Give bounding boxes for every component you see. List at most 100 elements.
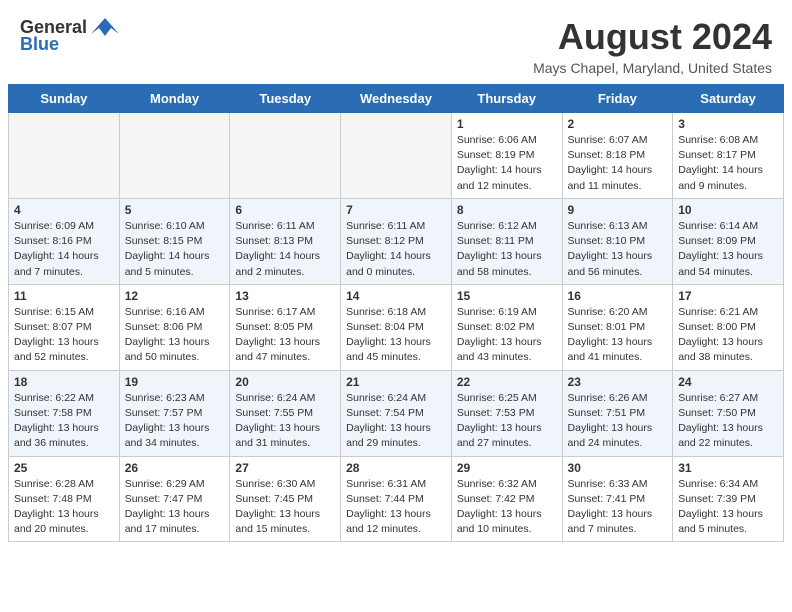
table-row: 14 Sunrise: 6:18 AM Sunset: 8:04 PM Dayli… [341, 284, 452, 370]
col-thursday: Thursday [451, 85, 562, 113]
day-number: 20 [235, 375, 335, 389]
day-info: Sunrise: 6:20 AM Sunset: 8:01 PM Dayligh… [568, 305, 668, 366]
table-row: 9 Sunrise: 6:13 AM Sunset: 8:10 PM Daylig… [562, 198, 673, 284]
day-info: Sunrise: 6:30 AM Sunset: 7:45 PM Dayligh… [235, 477, 335, 538]
day-number: 9 [568, 203, 668, 217]
header-row: Sunday Monday Tuesday Wednesday Thursday… [9, 85, 784, 113]
day-info: Sunrise: 6:34 AM Sunset: 7:39 PM Dayligh… [678, 477, 778, 538]
day-info: Sunrise: 6:08 AM Sunset: 8:17 PM Dayligh… [678, 133, 778, 194]
day-info: Sunrise: 6:25 AM Sunset: 7:53 PM Dayligh… [457, 391, 557, 452]
table-row: 20 Sunrise: 6:24 AM Sunset: 7:55 PM Dayli… [230, 370, 341, 456]
logo: General Blue [20, 16, 119, 55]
table-row: 1Sunrise: 6:06 AM Sunset: 8:19 PM Daylig… [451, 113, 562, 199]
day-number: 27 [235, 461, 335, 475]
day-number: 11 [14, 289, 114, 303]
day-number: 21 [346, 375, 446, 389]
day-info: Sunrise: 6:14 AM Sunset: 8:09 PM Dayligh… [678, 219, 778, 280]
table-row: 22 Sunrise: 6:25 AM Sunset: 7:53 PM Dayli… [451, 370, 562, 456]
table-row: 29 Sunrise: 6:32 AM Sunset: 7:42 PM Dayli… [451, 456, 562, 542]
day-info: Sunrise: 6:23 AM Sunset: 7:57 PM Dayligh… [125, 391, 225, 452]
day-info: Sunrise: 6:24 AM Sunset: 7:55 PM Dayligh… [235, 391, 335, 452]
day-info: Sunrise: 6:06 AM Sunset: 8:19 PM Dayligh… [457, 133, 557, 194]
day-info: Sunrise: 6:07 AM Sunset: 8:18 PM Dayligh… [568, 133, 668, 194]
table-row: 13 Sunrise: 6:17 AM Sunset: 8:05 PM Dayli… [230, 284, 341, 370]
day-info: Sunrise: 6:11 AM Sunset: 8:13 PM Dayligh… [235, 219, 335, 280]
month-year-title: August 2024 [533, 16, 772, 58]
day-info: Sunrise: 6:19 AM Sunset: 8:02 PM Dayligh… [457, 305, 557, 366]
table-row: 30 Sunrise: 6:33 AM Sunset: 7:41 PM Dayli… [562, 456, 673, 542]
logo-blue-text: Blue [20, 34, 59, 55]
day-info: Sunrise: 6:28 AM Sunset: 7:48 PM Dayligh… [14, 477, 114, 538]
day-number: 8 [457, 203, 557, 217]
table-row: 25 Sunrise: 6:28 AM Sunset: 7:48 PM Dayli… [9, 456, 120, 542]
col-wednesday: Wednesday [341, 85, 452, 113]
page-header: General Blue August 2024 Mays Chapel, Ma… [0, 0, 792, 84]
table-row: 12Sunrise: 6:16 AM Sunset: 8:06 PM Dayli… [119, 284, 230, 370]
table-row: 16 Sunrise: 6:20 AM Sunset: 8:01 PM Dayli… [562, 284, 673, 370]
calendar-week-row: 11 Sunrise: 6:15 AM Sunset: 8:07 PM Dayli… [9, 284, 784, 370]
day-number: 6 [235, 203, 335, 217]
logo-bird-icon [91, 16, 119, 38]
day-info: Sunrise: 6:27 AM Sunset: 7:50 PM Dayligh… [678, 391, 778, 452]
day-info: Sunrise: 6:09 AM Sunset: 8:16 PM Dayligh… [14, 219, 114, 280]
day-number: 4 [14, 203, 114, 217]
calendar-week-row: 4 Sunrise: 6:09 AM Sunset: 8:16 PM Daylig… [9, 198, 784, 284]
table-row: 11 Sunrise: 6:15 AM Sunset: 8:07 PM Dayli… [9, 284, 120, 370]
day-info: Sunrise: 6:11 AM Sunset: 8:12 PM Dayligh… [346, 219, 446, 280]
title-section: August 2024 Mays Chapel, Maryland, Unite… [533, 16, 772, 76]
table-row: 10 Sunrise: 6:14 AM Sunset: 8:09 PM Dayli… [673, 198, 784, 284]
day-number: 25 [14, 461, 114, 475]
day-number: 24 [678, 375, 778, 389]
day-number: 15 [457, 289, 557, 303]
day-info: Sunrise: 6:17 AM Sunset: 8:05 PM Dayligh… [235, 305, 335, 366]
col-friday: Friday [562, 85, 673, 113]
day-number: 22 [457, 375, 557, 389]
day-info: Sunrise: 6:22 AM Sunset: 7:58 PM Dayligh… [14, 391, 114, 452]
table-row [119, 113, 230, 199]
day-number: 19 [125, 375, 225, 389]
calendar-header: Sunday Monday Tuesday Wednesday Thursday… [9, 85, 784, 113]
col-sunday: Sunday [9, 85, 120, 113]
day-number: 31 [678, 461, 778, 475]
day-number: 23 [568, 375, 668, 389]
calendar-week-row: 1Sunrise: 6:06 AM Sunset: 8:19 PM Daylig… [9, 113, 784, 199]
day-info: Sunrise: 6:15 AM Sunset: 8:07 PM Dayligh… [14, 305, 114, 366]
table-row: 23Sunrise: 6:26 AM Sunset: 7:51 PM Dayli… [562, 370, 673, 456]
table-row: 31 Sunrise: 6:34 AM Sunset: 7:39 PM Dayli… [673, 456, 784, 542]
calendar-week-row: 25 Sunrise: 6:28 AM Sunset: 7:48 PM Dayli… [9, 456, 784, 542]
day-info: Sunrise: 6:18 AM Sunset: 8:04 PM Dayligh… [346, 305, 446, 366]
day-number: 12 [125, 289, 225, 303]
day-number: 3 [678, 117, 778, 131]
day-info: Sunrise: 6:33 AM Sunset: 7:41 PM Dayligh… [568, 477, 668, 538]
table-row: 8Sunrise: 6:12 AM Sunset: 8:11 PM Daylig… [451, 198, 562, 284]
day-number: 18 [14, 375, 114, 389]
day-number: 2 [568, 117, 668, 131]
table-row: 15 Sunrise: 6:19 AM Sunset: 8:02 PM Dayli… [451, 284, 562, 370]
location-subtitle: Mays Chapel, Maryland, United States [533, 60, 772, 76]
day-info: Sunrise: 6:24 AM Sunset: 7:54 PM Dayligh… [346, 391, 446, 452]
table-row: 7Sunrise: 6:11 AM Sunset: 8:12 PM Daylig… [341, 198, 452, 284]
calendar-week-row: 18 Sunrise: 6:22 AM Sunset: 7:58 PM Dayli… [9, 370, 784, 456]
table-row: 21 Sunrise: 6:24 AM Sunset: 7:54 PM Dayli… [341, 370, 452, 456]
col-monday: Monday [119, 85, 230, 113]
day-info: Sunrise: 6:32 AM Sunset: 7:42 PM Dayligh… [457, 477, 557, 538]
table-row: 4 Sunrise: 6:09 AM Sunset: 8:16 PM Daylig… [9, 198, 120, 284]
day-info: Sunrise: 6:13 AM Sunset: 8:10 PM Dayligh… [568, 219, 668, 280]
day-number: 10 [678, 203, 778, 217]
day-number: 29 [457, 461, 557, 475]
table-row: 2 Sunrise: 6:07 AM Sunset: 8:18 PM Daylig… [562, 113, 673, 199]
table-row: 28Sunrise: 6:31 AM Sunset: 7:44 PM Dayli… [341, 456, 452, 542]
table-row: 5Sunrise: 6:10 AM Sunset: 8:15 PM Daylig… [119, 198, 230, 284]
col-saturday: Saturday [673, 85, 784, 113]
day-number: 13 [235, 289, 335, 303]
table-row [230, 113, 341, 199]
day-number: 28 [346, 461, 446, 475]
day-number: 30 [568, 461, 668, 475]
day-number: 14 [346, 289, 446, 303]
col-tuesday: Tuesday [230, 85, 341, 113]
calendar-wrapper: Sunday Monday Tuesday Wednesday Thursday… [0, 84, 792, 550]
day-info: Sunrise: 6:29 AM Sunset: 7:47 PM Dayligh… [125, 477, 225, 538]
table-row: 19 Sunrise: 6:23 AM Sunset: 7:57 PM Dayli… [119, 370, 230, 456]
table-row: 17Sunrise: 6:21 AM Sunset: 8:00 PM Dayli… [673, 284, 784, 370]
day-number: 16 [568, 289, 668, 303]
